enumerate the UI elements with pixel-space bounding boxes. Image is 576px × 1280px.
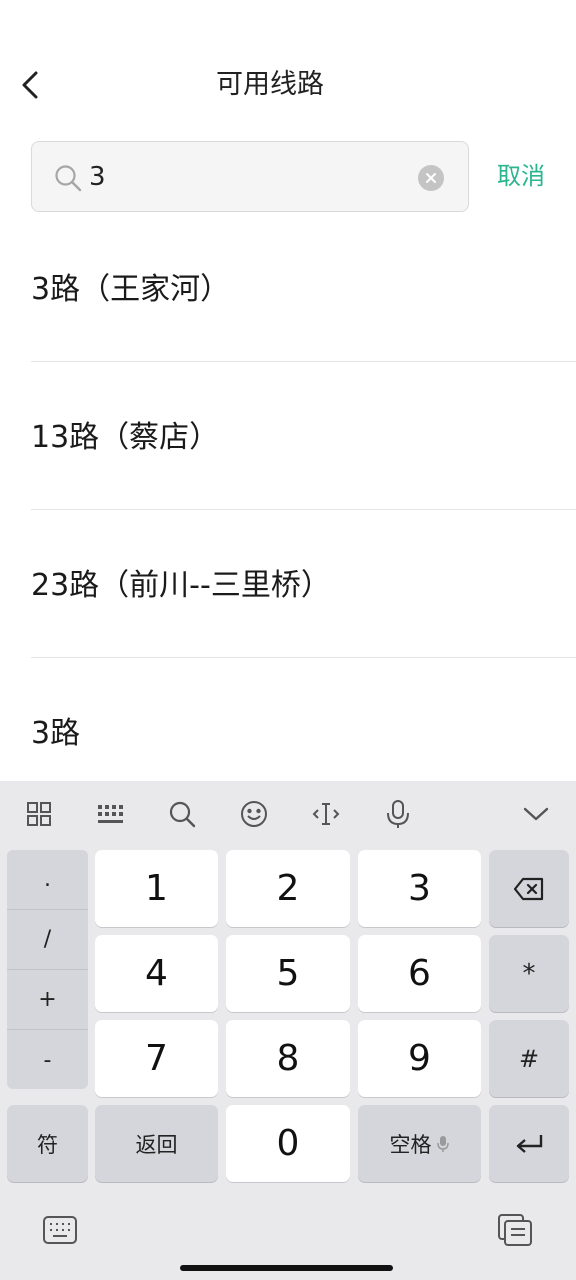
route-label: 23路（前川--三里桥） [31, 568, 331, 603]
symbol-key[interactable]: - [7, 1030, 88, 1089]
backspace-icon [513, 877, 544, 900]
key-5[interactable]: 5 [226, 935, 350, 1012]
symbol-mode-button[interactable]: 符 [7, 1105, 88, 1182]
symbol-key[interactable]: / [7, 910, 88, 970]
header: 可用线路 [0, 40, 576, 130]
search-input[interactable]: 3 [31, 141, 469, 212]
keyboard-switch-icon[interactable] [42, 1213, 78, 1247]
symbol-key[interactable]: . [7, 850, 88, 910]
search-icon [55, 165, 82, 192]
numeric-keyboard: . / + - 1 2 3 4 5 6 * 7 8 9 # 符 返回 0 空格 [0, 781, 576, 1280]
search-icon[interactable] [165, 797, 199, 831]
enter-button[interactable] [489, 1105, 569, 1182]
grid-icon[interactable] [22, 797, 56, 831]
key-3[interactable]: 3 [358, 850, 481, 927]
clipboard-icon[interactable] [497, 1213, 533, 1247]
enter-icon [516, 1134, 543, 1153]
key-4[interactable]: 4 [95, 935, 218, 1012]
result-list: 3路（王家河） 13路（蔡店） 23路（前川--三里桥） 3路 [0, 214, 576, 805]
keyboard-layout-icon[interactable] [93, 797, 127, 831]
list-item[interactable]: 3路（王家河） [31, 214, 576, 362]
emoji-icon[interactable] [237, 797, 271, 831]
cancel-button[interactable]: 取消 [497, 141, 545, 212]
key-2[interactable]: 2 [226, 850, 350, 927]
key-9[interactable]: 9 [358, 1020, 481, 1097]
cursor-icon[interactable] [309, 797, 343, 831]
key-0[interactable]: 0 [226, 1105, 350, 1182]
microphone-icon [436, 1135, 449, 1152]
space-button[interactable]: 空格 [358, 1105, 481, 1182]
backspace-button[interactable] [489, 850, 569, 927]
space-label: 空格 [389, 1132, 432, 1157]
home-indicator [180, 1265, 393, 1271]
key-1[interactable]: 1 [95, 850, 218, 927]
route-label: 3路（王家河） [31, 272, 231, 307]
chevron-down-icon[interactable] [519, 797, 553, 831]
key-8[interactable]: 8 [226, 1020, 350, 1097]
keyboard-toolbar [0, 781, 576, 847]
symbol-column[interactable]: . / + - [7, 850, 88, 1089]
page-title: 可用线路 [216, 69, 324, 100]
search-value[interactable]: 3 [89, 142, 106, 213]
return-button[interactable]: 返回 [95, 1105, 218, 1182]
key-asterisk[interactable]: * [489, 935, 569, 1012]
microphone-icon[interactable] [381, 797, 415, 831]
key-6[interactable]: 6 [358, 935, 481, 1012]
list-item[interactable]: 23路（前川--三里桥） [31, 510, 576, 658]
symbol-key[interactable]: + [7, 970, 88, 1030]
key-hash[interactable]: # [489, 1020, 569, 1097]
clear-icon[interactable] [418, 165, 444, 191]
key-7[interactable]: 7 [95, 1020, 218, 1097]
route-label: 3路 [31, 716, 81, 751]
list-item[interactable]: 13路（蔡店） [31, 362, 576, 510]
route-label: 13路（蔡店） [31, 420, 220, 455]
